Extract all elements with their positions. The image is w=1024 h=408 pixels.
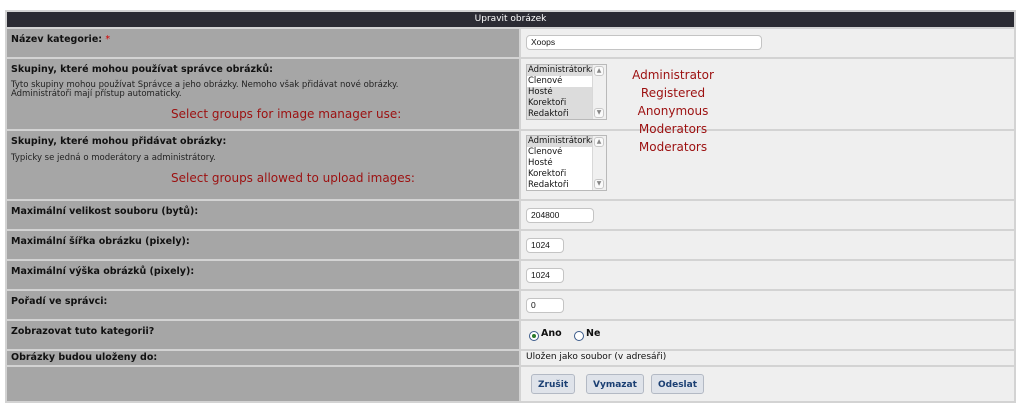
manager-groups-desc-2: Administrátoři mají přístup automaticky. bbox=[11, 89, 182, 99]
upload-groups-select[interactable]: Administrátorka Členové Hosté Korektoři … bbox=[526, 135, 607, 191]
display-label: Zobrazovat tuto kategorii? bbox=[11, 326, 155, 337]
category-name-input[interactable] bbox=[526, 35, 762, 50]
display-yes-label[interactable]: Ano bbox=[541, 328, 562, 339]
display-no-radio[interactable] bbox=[574, 331, 584, 341]
option-members[interactable]: Členové bbox=[527, 147, 594, 158]
row-display: Zobrazovat tuto kategorii? Ano Ne bbox=[7, 321, 1014, 349]
display-yes-radio[interactable] bbox=[529, 331, 539, 341]
annotation-moderators-2: Moderators bbox=[638, 140, 708, 154]
upload-groups-note: Select groups allowed to upload images: bbox=[171, 171, 415, 185]
display-no-label[interactable]: Ne bbox=[586, 328, 600, 339]
manager-groups-select[interactable]: Administrátorka Členové Hosté Korektoři … bbox=[526, 64, 607, 120]
row-storage: Obrázky budou uloženy do: Uložen jako so… bbox=[7, 351, 1014, 365]
annotation-moderators-1: Moderators bbox=[638, 122, 708, 136]
option-proofreaders[interactable]: Korektoři bbox=[527, 98, 594, 109]
option-guests[interactable]: Hosté bbox=[527, 87, 594, 98]
row-max-filesize: Maximální velikost souboru (bytů): bbox=[7, 201, 1014, 229]
category-name-label: Název kategorie: bbox=[11, 34, 103, 45]
submit-button[interactable]: Odeslat bbox=[651, 374, 705, 394]
max-width-input[interactable] bbox=[526, 238, 564, 253]
row-buttons: Zrušit Vymazat Odeslat bbox=[7, 367, 1014, 401]
option-editors[interactable]: Redaktoři bbox=[527, 180, 594, 190]
upload-groups-desc: Typicky se jedná o moderátory a administ… bbox=[11, 153, 216, 163]
max-filesize-input[interactable] bbox=[526, 208, 594, 223]
option-proofreaders[interactable]: Korektoři bbox=[527, 169, 594, 180]
manager-groups-note: Select groups for image manager use: bbox=[171, 107, 402, 121]
annotation-registered: Registered bbox=[640, 86, 706, 100]
form-title: Upravit obrázek bbox=[7, 12, 1014, 27]
scroll-up-icon[interactable]: ▲ bbox=[594, 66, 604, 76]
scroll-up-icon[interactable]: ▲ bbox=[594, 137, 604, 147]
option-administrators[interactable]: Administrátorka bbox=[527, 65, 594, 76]
storage-label: Obrázky budou uloženy do: bbox=[11, 352, 158, 363]
scroll-down-icon[interactable]: ▼ bbox=[594, 179, 604, 189]
scroll-down-icon[interactable]: ▼ bbox=[594, 108, 604, 118]
manager-groups-scrollbar[interactable]: ▲ ▼ bbox=[592, 65, 606, 119]
required-mark: * bbox=[105, 34, 111, 45]
row-upload-groups: Skupiny, které mohou přidávat obrázky: T… bbox=[7, 131, 1014, 199]
max-filesize-label: Maximální velikost souboru (bytů): bbox=[11, 206, 199, 217]
max-height-label: Maximální výška obrázků (pixely): bbox=[11, 266, 195, 277]
row-category-name: Název kategorie: * bbox=[7, 29, 1014, 57]
option-guests[interactable]: Hosté bbox=[527, 158, 594, 169]
row-manager-groups: Skupiny, které mohou používat správce ob… bbox=[7, 59, 1014, 129]
option-members[interactable]: Členové bbox=[527, 76, 594, 87]
edit-image-form: Upravit obrázek Název kategorie: * Skupi… bbox=[5, 10, 1016, 403]
option-administrators[interactable]: Administrátorka bbox=[527, 136, 594, 147]
upload-groups-label: Skupiny, které mohou přidávat obrázky: bbox=[11, 136, 227, 147]
row-order: Pořadí ve správci: bbox=[7, 291, 1014, 319]
storage-value: Uložen jako soubor (v adresáři) bbox=[526, 352, 667, 362]
max-width-label: Maximální šířka obrázku (pixely): bbox=[11, 236, 190, 247]
row-max-width: Maximální šířka obrázku (pixely): bbox=[7, 231, 1014, 259]
order-label: Pořadí ve správci: bbox=[11, 296, 108, 307]
annotation-anonymous: Anonymous bbox=[637, 104, 709, 118]
annotation-administrator: Administrator bbox=[632, 68, 714, 82]
manager-groups-label: Skupiny, které mohou používat správce ob… bbox=[11, 64, 273, 75]
cancel-button[interactable]: Zrušit bbox=[531, 374, 576, 394]
max-height-input[interactable] bbox=[526, 268, 564, 283]
option-editors[interactable]: Redaktoři bbox=[527, 109, 594, 119]
upload-groups-scrollbar[interactable]: ▲ ▼ bbox=[592, 136, 606, 190]
radio-selected-dot bbox=[532, 334, 536, 338]
order-input[interactable] bbox=[526, 298, 564, 313]
row-max-height: Maximální výška obrázků (pixely): bbox=[7, 261, 1014, 289]
clear-button[interactable]: Vymazat bbox=[586, 374, 644, 394]
